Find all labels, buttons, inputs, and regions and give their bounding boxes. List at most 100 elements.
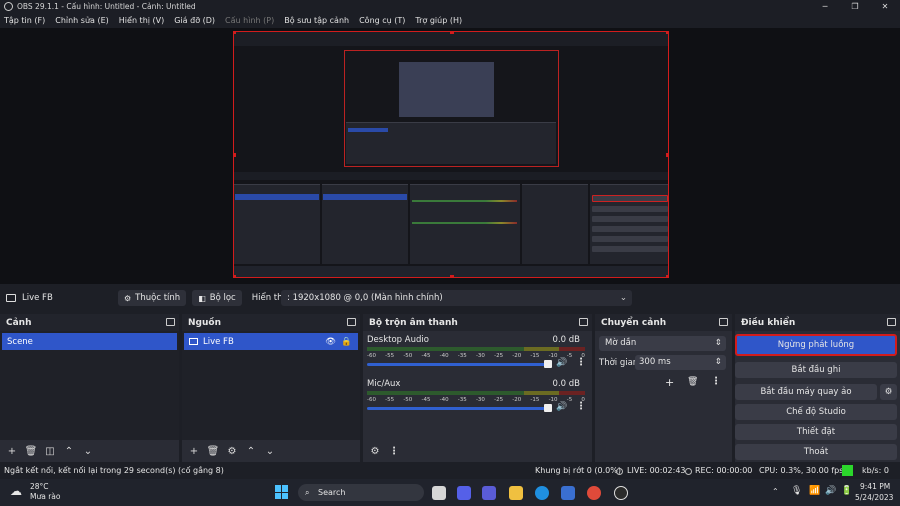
undock-icon[interactable] [579,318,588,326]
tick: -15 [530,353,540,359]
undock-icon[interactable] [166,318,175,326]
kebab-menu-icon[interactable]: ⋮ [711,376,721,387]
app-icon[interactable] [482,486,496,500]
menu-profile[interactable]: Cấu hình (P) [225,16,274,25]
menu-help[interactable]: Trợ giúp (H) [415,16,462,25]
task-view-icon[interactable] [432,486,446,500]
windows-start-icon[interactable] [275,485,289,499]
trash-icon[interactable]: 🗑 [687,377,698,387]
stepper-icon[interactable]: ⇕ [715,355,722,370]
undock-icon[interactable] [347,318,356,326]
menu-file[interactable]: Tập tin (F) [4,16,45,25]
menu-scene-collection[interactable]: Bộ sưu tập cảnh [284,16,349,25]
gear-icon[interactable]: ⚙ [224,443,240,459]
tick: -25 [494,397,504,403]
lock-icon[interactable]: 🔒 [341,337,352,347]
start-recording-button[interactable]: Bắt đầu ghi [735,362,897,378]
display-select[interactable]: : 1920x1080 @ 0,0 (Màn hình chính) ⌄ [281,290,632,306]
volume-icon[interactable]: 🔊 [825,486,836,496]
chevron-down-icon: ⌄ [619,293,627,303]
file-explorer-icon[interactable] [509,486,523,500]
filters-button[interactable]: ◧ Bộ lọc [192,290,242,306]
menu-bar: Tập tin (F) Chỉnh sửa (E) Hiển thị (V) G… [0,13,900,28]
menu-docks[interactable]: Giá đỡ (D) [174,16,215,25]
scene-item[interactable]: Scene [2,333,177,350]
rec-time: REC: 00:00:00 [695,466,753,475]
mixer-channel-desktop: Desktop Audio 0.0 dB -60 -55 -50 -45 -40 -35 -… [367,335,588,368]
resize-handle-bl[interactable] [234,275,236,277]
transition-type-select[interactable]: Mờ dần ⇕ [599,336,726,351]
virtualcam-settings-button[interactable]: ⚙ [880,384,897,400]
chevron-up-icon[interactable]: ⌃ [772,487,779,496]
duration-input[interactable]: 300 ms ⇕ [635,355,726,370]
store-icon[interactable] [561,486,575,500]
kebab-menu-icon[interactable]: ⋮ [576,401,586,412]
fader-knob[interactable] [544,404,552,412]
scenes-list: Scene [0,331,179,440]
chevron-down-icon[interactable]: ⌄ [262,443,278,459]
chrome-icon[interactable] [587,486,601,500]
settings-button[interactable]: Thiết đặt [735,424,897,440]
scenes-dock: Cảnh Scene + 🗑 ◫ ⌃ ⌄ [0,314,179,462]
volume-fader[interactable] [367,407,552,410]
resize-handle-r[interactable] [666,153,668,157]
selected-source-name: Live FB [22,293,53,303]
mixer-settings-icon[interactable]: ⚙ [367,443,383,459]
edge-icon[interactable] [535,486,549,500]
obs-taskbar-icon[interactable] [614,486,628,500]
clock-date[interactable]: 5/24/2023 [855,493,893,502]
maximize-button[interactable]: ❐ [840,0,870,13]
tick: -40 [439,397,449,403]
source-item[interactable]: Live FB 👁 🔒 [184,333,358,350]
wifi-icon[interactable]: 📶 [809,486,820,496]
menu-tools[interactable]: Công cụ (T) [359,16,405,25]
undock-icon[interactable] [719,318,728,326]
speaker-icon[interactable]: 🔊 [556,358,567,368]
taskbar-search-box[interactable]: ⌕ Search [298,484,424,501]
kebab-menu-icon[interactable]: ⋮ [386,443,402,459]
resize-handle-b[interactable] [450,275,454,277]
close-button[interactable]: ✕ [870,0,900,13]
studio-mode-button[interactable]: Chế độ Studio [735,404,897,420]
menu-view[interactable]: Hiển thị (V) [119,16,164,25]
bitrate: kb/s: 0 [862,466,889,475]
meter-ticks: -60 -55 -50 -45 -40 -35 -30 -25 -20 -15 -10 -5 0 [367,397,585,403]
add-transition-button[interactable]: + [665,376,674,389]
chevron-down-icon[interactable]: ⌄ [80,443,96,459]
trash-icon[interactable]: 🗑 [23,443,39,459]
resize-handle-br[interactable] [666,275,668,277]
weather-icon[interactable]: ☁ [10,484,22,498]
resize-handle-tl[interactable] [234,32,236,34]
add-source-button[interactable]: + [186,443,202,459]
speaker-icon[interactable]: 🔊 [556,402,567,412]
transitions-dock: Chuyển cảnh Mờ dần ⇕ Thời gian 300 ms ⇕ … [595,314,732,462]
volume-fader[interactable] [367,363,552,366]
properties-button[interactable]: ⚙ Thuộc tính [118,290,187,306]
minimize-button[interactable]: ─ [810,0,840,13]
stop-streaming-button[interactable]: Ngừng phát luồng [735,334,897,356]
microphone-icon[interactable]: 🎙 [791,486,802,496]
resize-handle-t[interactable] [450,32,454,34]
kebab-menu-icon[interactable]: ⋮ [576,357,586,368]
trash-icon[interactable]: 🗑 [205,443,221,459]
resize-handle-l[interactable] [234,153,236,157]
search-icon: ⌕ [305,488,310,497]
chevron-up-icon[interactable]: ⌃ [61,443,77,459]
clock-time[interactable]: 9:41 PM [860,482,890,491]
add-scene-button[interactable]: + [4,443,20,459]
chevron-up-icon[interactable]: ⌃ [243,443,259,459]
battery-icon[interactable]: 🔋 [841,486,852,496]
fader-knob[interactable] [544,360,552,368]
exit-button[interactable]: Thoát [735,444,897,460]
undock-icon[interactable] [887,318,896,326]
tick: -45 [421,397,431,403]
start-virtualcam-button[interactable]: Bắt đầu máy quay ảo [735,384,877,400]
updown-icon: ⇕ [714,338,722,348]
scene-filter-icon[interactable]: ◫ [42,443,58,459]
menu-edit[interactable]: Chỉnh sửa (E) [55,16,109,25]
program-preview[interactable] [233,31,669,278]
teams-icon[interactable] [457,486,471,500]
resize-handle-tr[interactable] [666,32,668,34]
eye-icon[interactable]: 👁 [325,337,336,347]
transition-type-value: Mờ dần [605,338,637,348]
